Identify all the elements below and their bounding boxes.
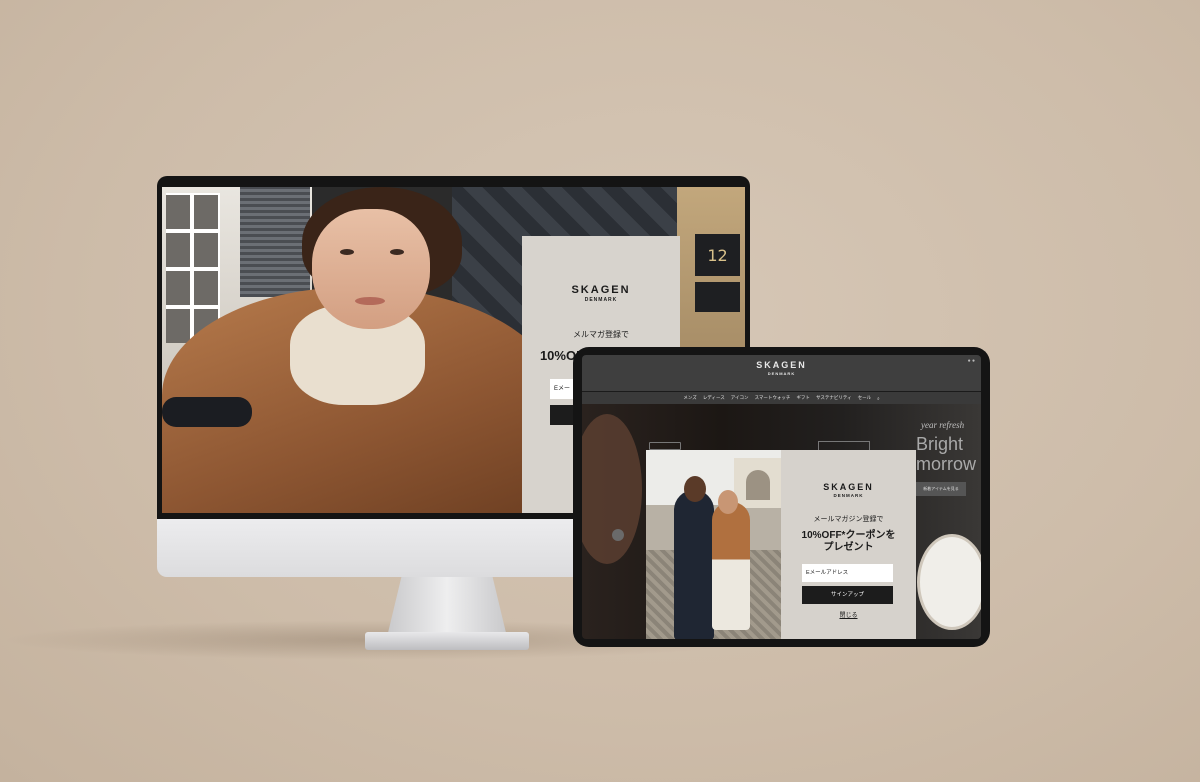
shutter bbox=[240, 187, 310, 297]
brand-logo-sub: DENMARK bbox=[584, 297, 618, 303]
model-lips bbox=[355, 297, 385, 305]
ipad-device: SKAGEN DENMARK ● ● メンズ レディース アイコン スマートウォ… bbox=[573, 347, 990, 647]
hero-headline: Bright morrow bbox=[916, 434, 976, 474]
model-face bbox=[312, 209, 430, 329]
model-ear bbox=[582, 414, 642, 564]
hero-banner: year refresh Bright morrow 新着アイテムを見る SKA… bbox=[582, 404, 981, 639]
close-link[interactable]: 閉じる bbox=[781, 610, 916, 619]
photo-woman-head bbox=[718, 490, 738, 514]
email-input[interactable]: Eメールアドレス bbox=[802, 564, 893, 582]
main-nav: メンズ レディース アイコン スマートウォッチ ギフト サステナビリティ セール… bbox=[582, 392, 981, 404]
brand-logo-sub: DENMARK bbox=[833, 493, 864, 498]
hero-tab[interactable] bbox=[649, 442, 681, 450]
window bbox=[166, 193, 220, 343]
brand-logo: SKAGEN bbox=[823, 482, 874, 492]
imac-stand bbox=[387, 577, 507, 637]
hero-headline-line1: Bright bbox=[916, 434, 964, 454]
modal-photo bbox=[646, 450, 781, 639]
model-eye bbox=[340, 249, 354, 255]
door-number-plate: 12 bbox=[695, 234, 740, 276]
status-indicator: ● ● bbox=[967, 358, 975, 364]
nav-item-ladies[interactable]: レディース bbox=[703, 395, 725, 401]
newsletter-modal: SKAGEN DENMARK メールマガジン登録で 10%OFF*クーポンを プ… bbox=[646, 450, 916, 639]
brand-logo[interactable]: SKAGEN bbox=[582, 360, 981, 370]
modal-lead: メールマガジン登録で bbox=[813, 516, 884, 523]
hero-tagline: year refresh bbox=[921, 420, 965, 430]
nav-item-sale[interactable]: セール bbox=[858, 395, 872, 401]
modal-offer: 10%OFF*クーポンを プレゼント bbox=[781, 530, 916, 554]
photo-arch bbox=[746, 470, 770, 500]
modal-offer-line2: プレゼント bbox=[823, 542, 874, 553]
photo-man bbox=[674, 490, 714, 639]
watch-image bbox=[917, 534, 981, 630]
model-earring bbox=[612, 529, 624, 541]
nav-item-smartwatch[interactable]: スマートウォッチ bbox=[755, 395, 791, 401]
brand-logo-sub: DENMARK bbox=[767, 371, 796, 376]
nav-item-icon[interactable]: アイコン bbox=[731, 395, 749, 401]
search-icon[interactable]: ⌕ bbox=[877, 396, 880, 401]
ipad-screen: SKAGEN DENMARK ● ● メンズ レディース アイコン スマートウォ… bbox=[582, 355, 981, 639]
brand-logo: SKAGEN bbox=[571, 284, 631, 296]
nav-item-gift[interactable]: ギフト bbox=[796, 395, 810, 401]
nav-item-mens[interactable]: メンズ bbox=[683, 395, 696, 401]
popup-lead: メルマガ登録で bbox=[573, 330, 629, 339]
photo-man-head bbox=[684, 476, 706, 502]
modal-offer-line1: 10%OFF*クーポンを bbox=[801, 530, 896, 541]
hero-headline-line2: morrow bbox=[916, 454, 977, 474]
hero-cta-button[interactable]: 新着アイテムを見る bbox=[916, 482, 966, 496]
model-eye bbox=[390, 249, 404, 255]
nav-item-sustainability[interactable]: サステナビリティ bbox=[816, 395, 852, 401]
modal-form: SKAGEN DENMARK メールマガジン登録で 10%OFF*クーポンを プ… bbox=[781, 450, 916, 639]
imac-foot bbox=[365, 632, 529, 650]
door-sign bbox=[695, 282, 740, 312]
site-header: SKAGEN DENMARK ● ● bbox=[582, 355, 981, 391]
bike-handle bbox=[162, 397, 252, 427]
signup-button[interactable]: サインアップ bbox=[802, 586, 893, 604]
photo-woman bbox=[712, 502, 750, 630]
